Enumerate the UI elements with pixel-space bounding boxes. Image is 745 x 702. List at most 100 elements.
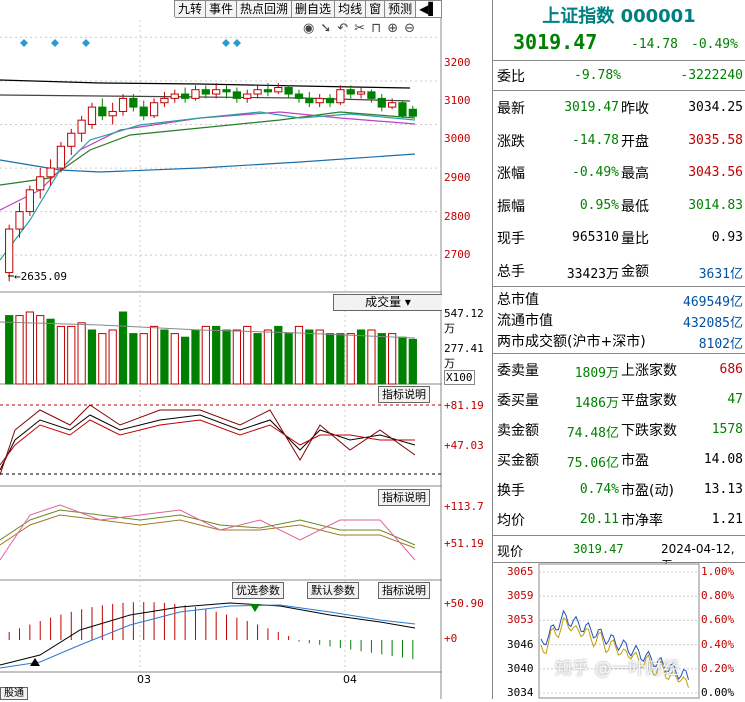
price-tick-3100: 3100 [444,94,471,107]
kdj-d-line [0,419,415,466]
mini-left-tick: 3065 [507,565,534,578]
volume-bar [336,333,345,385]
stats-row: 现手 965310 量比 0.93 [493,222,745,252]
indicator-help-button-3[interactable]: 指标说明 [378,582,430,599]
zoom-in-icon[interactable]: ⊕ [384,20,401,38]
default-params-button[interactable]: 默认参数 [307,582,359,599]
volume-selector[interactable]: 成交量 ▾ [333,294,443,311]
scissors-icon[interactable]: ✂ [351,20,368,38]
zoom-out-icon[interactable]: ⊖ [401,20,418,38]
candle-body [118,97,128,112]
candle-body [336,89,345,104]
volume-bar [67,325,76,385]
kline-chart-svg[interactable] [0,0,442,699]
volume-bar [232,329,241,385]
stat-label: 最高 [621,166,649,182]
event-marker-icon [51,39,59,47]
min-price-value: 2635.09 [20,270,67,283]
toolbar-button-remove-watch[interactable]: 删自选 [291,0,336,17]
volume-bar [243,325,252,385]
stats-row: 涨幅 -0.49% 最高 3043.56 [493,157,745,187]
order-label: 换手 [497,483,525,499]
volume-bar [367,329,376,385]
pointer-icon[interactable]: ➘ [317,20,334,38]
candle-body [160,97,169,104]
indicator2-line-3 [0,504,416,561]
candle-body [315,97,324,104]
candle-body [243,93,252,99]
volume-bar [36,315,45,385]
candle-body [56,145,66,169]
orders-row: 委买量 1486万 平盘家数 47 [493,385,745,415]
kline-chart-area[interactable]: 九转 事件 热点回溯 删自选 均线 窗 预测 ◀▌ ◉ ➘ ↶ ✂ ⊓ ⊕ ⊖ … [0,0,443,700]
toolbar-button-hotspot[interactable]: 热点回溯 [236,0,293,17]
volume-bar [77,322,86,385]
order-value: 1486万 [574,396,619,411]
bottom-tab[interactable]: 股通 [0,687,28,700]
candle-body [15,211,24,230]
toolbar-button-window[interactable]: 窗 [365,0,386,17]
candle-body [36,176,45,191]
candle-body [274,87,283,93]
stat-value: 0.93 [711,230,743,245]
current-price: 3019.47 [513,30,598,54]
stat-value: -14.78 [572,132,619,148]
candle-body [25,189,34,213]
stat-label: 量比 [621,231,649,247]
stat-label: 金额 [621,263,649,280]
index-title: 上证指数 000001 [493,2,745,28]
mini-left-tick: 3053 [507,613,534,627]
indicator-help-button-2[interactable]: 指标说明 [378,489,430,506]
expand-arrow-icon[interactable]: ◀▌ [415,0,442,17]
indicator-help-button-1[interactable]: 指标说明 [378,386,430,403]
macd-dea-line [0,604,416,669]
candle-body [305,97,314,104]
toolbar-button-event[interactable]: 事件 [205,0,238,17]
toolbar-button-forecast[interactable]: 预测 [384,0,417,17]
toolbar-button-ma[interactable]: 均线 [334,0,367,17]
volume-bar [201,325,210,385]
candle-body [294,93,304,99]
toolbar-button-jiuzhuan[interactable]: 九转 [174,0,207,17]
order-label: 平盘家数 [621,393,677,409]
macd-tick-high: +50.90 [444,597,484,610]
stat-value: 3631亿 [698,266,743,282]
order-value: 20.11 [579,512,619,527]
mv-value: 432085亿 [683,316,743,331]
candle-body [325,97,335,104]
volume-bar [294,325,304,385]
mini-right-tick: 1.00% [701,565,735,578]
candle-body [201,89,210,95]
macd-tick-zero: +0 [444,632,458,645]
mini-right-tick: 0.00% [701,686,735,699]
candle-body [222,89,231,93]
order-label: 上涨家数 [621,363,677,379]
weibi-row: 委比 -9.78% -3222240 [493,62,745,92]
undo-icon[interactable]: ↶ [334,20,351,38]
volume-bar [408,338,417,385]
candle-body [398,102,407,117]
event-marker-icon [20,39,28,47]
x-label-03: 03 [137,673,151,686]
mv-value: 8102亿 [698,337,743,352]
watermark: 知乎 @一叶财经 [555,659,680,679]
eye-icon[interactable]: ◉ [300,20,317,38]
orders-row: 卖金额 74.48亿 下跌家数 1578 [493,415,745,445]
weibi-label: 委比 [497,69,525,85]
lock-icon[interactable]: ⊓ [368,20,384,38]
candle-body [87,106,97,126]
mv-label: 流通市值 [497,313,553,329]
quote-panel: 上证指数 000001 3019.47 -14.78 -0.49% 委比 -9.… [493,0,745,699]
volume-bar [253,333,262,385]
candle-body [408,108,417,117]
chart-toolbar: 九转 事件 热点回溯 删自选 均线 窗 预测 ◀▌ [174,0,442,18]
candle-body [98,106,107,117]
orders-row: 均价 20.11 市净率 1.21 [493,505,745,535]
order-label: 委买量 [497,393,539,409]
volume-bar [377,333,386,385]
stat-label: 最新 [497,101,525,117]
volume-bar [263,329,273,385]
optimize-params-button[interactable]: 优选参数 [232,582,284,599]
price-axis: 3200 3100 3000 2900 2800 2700 547.12万 27… [442,0,493,699]
price-tick-3200: 3200 [444,56,471,69]
